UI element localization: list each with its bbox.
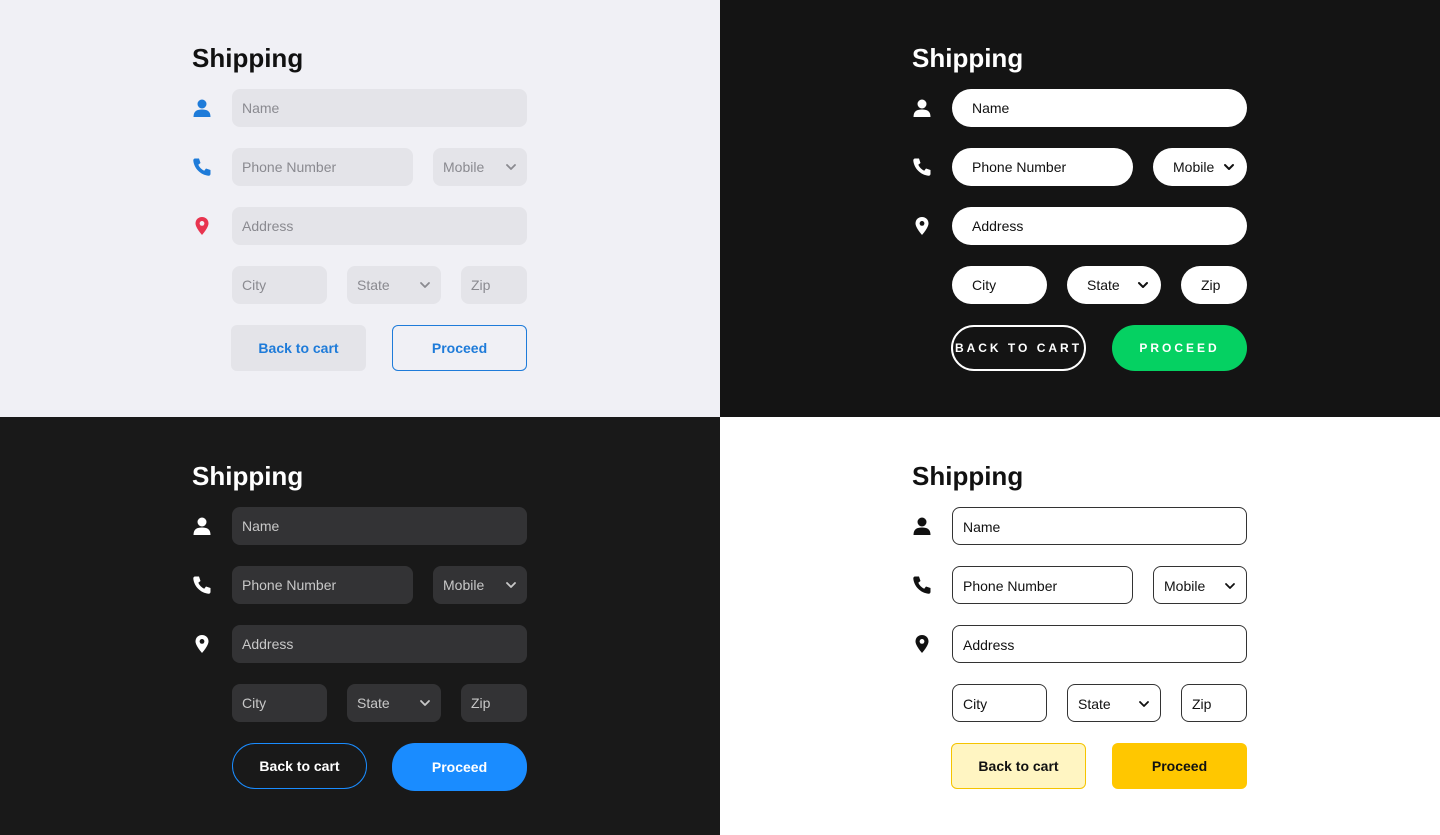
address-field[interactable]: Address (232, 207, 527, 245)
name-field[interactable]: Name (232, 507, 527, 545)
state-value: State (357, 695, 390, 711)
phone-icon (912, 157, 932, 177)
user-icon (192, 516, 212, 536)
state-select[interactable]: State (1067, 266, 1161, 304)
back-to-cart-button[interactable]: Back to cart (951, 743, 1086, 789)
back-to-cart-button[interactable]: Back to cart (232, 743, 367, 789)
chevron-down-icon (419, 697, 431, 709)
phone-type-value: Mobile (1164, 578, 1206, 594)
chevron-down-icon (1223, 161, 1235, 173)
city-field[interactable]: City (952, 266, 1047, 304)
phone-number-field[interactable]: Phone Number (952, 566, 1133, 604)
variants-grid: Shipping Name Phone Number Mobile Addres… (0, 0, 1440, 835)
state-select[interactable]: State (347, 684, 441, 722)
state-value: State (357, 277, 390, 293)
phone-type-select[interactable]: Mobile (433, 566, 527, 604)
location-pin-icon (192, 216, 212, 236)
page-title: Shipping (912, 461, 1024, 491)
name-field[interactable]: Name (952, 89, 1247, 127)
chevron-down-icon (1137, 279, 1149, 291)
phone-number-field[interactable]: Phone Number (232, 566, 413, 604)
state-select[interactable]: State (347, 266, 441, 304)
address-field[interactable]: Address (232, 625, 527, 663)
back-to-cart-button[interactable]: BACK TO CART (951, 325, 1086, 371)
page-title: Shipping (912, 43, 1024, 73)
phone-type-value: Mobile (443, 159, 485, 175)
phone-icon (192, 157, 212, 177)
name-field[interactable]: Name (952, 507, 1247, 545)
address-field[interactable]: Address (952, 207, 1247, 245)
proceed-button[interactable]: Proceed (392, 743, 527, 791)
user-icon (912, 98, 932, 118)
phone-number-field[interactable]: Phone Number (952, 148, 1133, 186)
phone-type-value: Mobile (443, 577, 485, 593)
chevron-down-icon (1138, 698, 1150, 710)
phone-icon (912, 575, 932, 595)
shipping-form-light: Shipping Name Phone Number Mobile Addres… (0, 0, 720, 417)
zip-field[interactable]: Zip (461, 266, 527, 304)
location-pin-icon (912, 216, 932, 236)
proceed-button[interactable]: PROCEED (1112, 325, 1247, 371)
back-to-cart-button[interactable]: Back to cart (231, 325, 366, 371)
proceed-button[interactable]: Proceed (392, 325, 527, 371)
phone-type-select[interactable]: Mobile (433, 148, 527, 186)
user-icon (192, 98, 212, 118)
city-field[interactable]: City (232, 266, 327, 304)
location-pin-icon (192, 634, 212, 654)
chevron-down-icon (1224, 580, 1236, 592)
chevron-down-icon (505, 161, 517, 173)
city-field[interactable]: City (952, 684, 1047, 722)
chevron-down-icon (505, 579, 517, 591)
zip-field[interactable]: Zip (1181, 266, 1247, 304)
proceed-button[interactable]: Proceed (1112, 743, 1247, 789)
phone-type-value: Mobile (1173, 159, 1215, 175)
shipping-form-dark: Shipping Name Phone Number Mobile Addres… (0, 417, 720, 835)
phone-number-field[interactable]: Phone Number (232, 148, 413, 186)
state-select[interactable]: State (1067, 684, 1161, 722)
location-pin-icon (912, 634, 932, 654)
chevron-down-icon (419, 279, 431, 291)
zip-field[interactable]: Zip (461, 684, 527, 722)
address-field[interactable]: Address (952, 625, 1247, 663)
phone-type-select[interactable]: Mobile (1153, 566, 1247, 604)
state-value: State (1078, 696, 1111, 712)
zip-field[interactable]: Zip (1181, 684, 1247, 722)
page-title: Shipping (192, 43, 304, 73)
phone-type-select[interactable]: Mobile (1153, 148, 1247, 186)
user-icon (912, 516, 932, 536)
phone-icon (192, 575, 212, 595)
name-field[interactable]: Name (232, 89, 527, 127)
shipping-form-outlined: Shipping Name Phone Number Mobile Addres… (720, 417, 1440, 835)
city-field[interactable]: City (232, 684, 327, 722)
page-title: Shipping (192, 461, 304, 491)
shipping-form-black-pill: Shipping Name Phone Number Mobile Addres… (720, 0, 1440, 417)
state-value: State (1087, 277, 1120, 293)
